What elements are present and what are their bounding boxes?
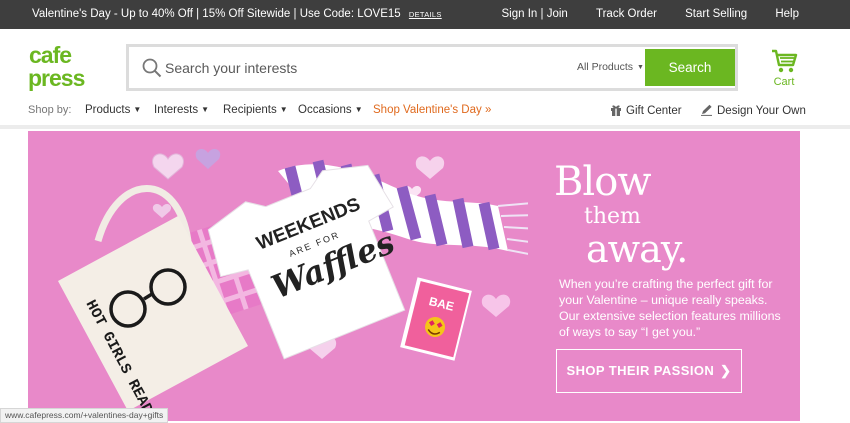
nav-occasions-label: Occasions	[298, 104, 352, 116]
help-link[interactable]: Help	[775, 8, 799, 20]
cart-button[interactable]: Cart	[766, 48, 802, 88]
valentines-hero-banner[interactable]: WEEKENDS ARE FOR Waffles HOT GIRLS READ.…	[28, 131, 800, 421]
nav-products[interactable]: Products ▼	[85, 104, 141, 116]
cart-icon	[772, 49, 798, 73]
browser-status-url: www.cafepress.com/+valentines-day+gifts	[0, 408, 169, 423]
gift-center-link[interactable]: Gift Center	[610, 104, 682, 117]
cart-label: Cart	[773, 76, 795, 88]
nav-products-label: Products	[85, 104, 131, 116]
promo-text: Valentine's Day - Up to 40% Off | 15% Of…	[32, 8, 442, 20]
main-nav: Shop by: Products ▼ Interests ▼ Recipients…	[0, 99, 850, 123]
chevron-down-icon: ▼	[637, 64, 644, 71]
bae-card: BAE	[400, 277, 472, 361]
start-selling-link[interactable]: Start Selling	[685, 8, 747, 20]
hero-copy: When you’re crafting the perfect gift fo…	[559, 277, 781, 339]
headline-line-2: them	[584, 204, 641, 229]
header-divider	[0, 125, 850, 129]
caret-down-icon: ▼	[279, 105, 288, 114]
search-input[interactable]	[165, 54, 555, 82]
chevron-right-icon: ❯	[720, 363, 732, 378]
hero-product-image: WEEKENDS ARE FOR Waffles HOT GIRLS READ.…	[58, 148, 528, 421]
sign-in-link[interactable]: Sign In | Join	[502, 8, 568, 20]
caret-down-icon: ▼	[133, 105, 142, 114]
nav-interests[interactable]: Interests ▼	[154, 104, 209, 116]
utility-links: Sign In | Join Track Order Start Selling…	[477, 8, 799, 20]
details-link[interactable]: DETAILS	[409, 10, 442, 19]
logo-line-2: press	[28, 65, 85, 91]
product-scope-select[interactable]: All Products ▼	[577, 61, 644, 73]
cafepress-logo[interactable]: cafe press	[27, 43, 101, 91]
search-bar: All Products▼ Search	[126, 44, 738, 91]
track-order-link[interactable]: Track Order	[596, 8, 657, 20]
design-your-own-link[interactable]: Design Your Own	[700, 104, 806, 117]
nav-interests-label: Interests	[154, 104, 199, 116]
promo-message: Valentine's Day - Up to 40% Off | 15% Of…	[32, 8, 401, 20]
gift-center-label: Gift Center	[626, 105, 682, 117]
search-icon	[142, 58, 162, 78]
shop-their-passion-button[interactable]: SHOP THEIR PASSION ❯	[556, 349, 742, 393]
nav-recipients[interactable]: Recipients ▼	[223, 104, 288, 116]
headline-line-3: away.	[586, 227, 688, 271]
caret-down-icon: ▼	[354, 105, 363, 114]
headline-line-1: Blow	[554, 159, 652, 205]
nav-occasions[interactable]: Occasions ▼	[298, 104, 363, 116]
promo-bar: Valentine's Day - Up to 40% Off | 15% Of…	[0, 0, 850, 29]
cta-label: SHOP THEIR PASSION	[566, 363, 715, 378]
gift-icon	[611, 105, 621, 116]
site-header: cafe press All Products▼ Search Cart	[0, 29, 850, 99]
scope-label: All Products	[577, 61, 634, 73]
caret-down-icon: ▼	[201, 105, 210, 114]
search-button[interactable]: Search	[645, 49, 735, 86]
nav-recipients-label: Recipients	[223, 104, 277, 116]
pencil-icon	[701, 104, 712, 116]
shop-by-label: Shop by:	[28, 104, 72, 116]
nav-valentines-day[interactable]: Shop Valentine's Day »	[373, 104, 491, 116]
design-your-own-label: Design Your Own	[717, 105, 806, 117]
